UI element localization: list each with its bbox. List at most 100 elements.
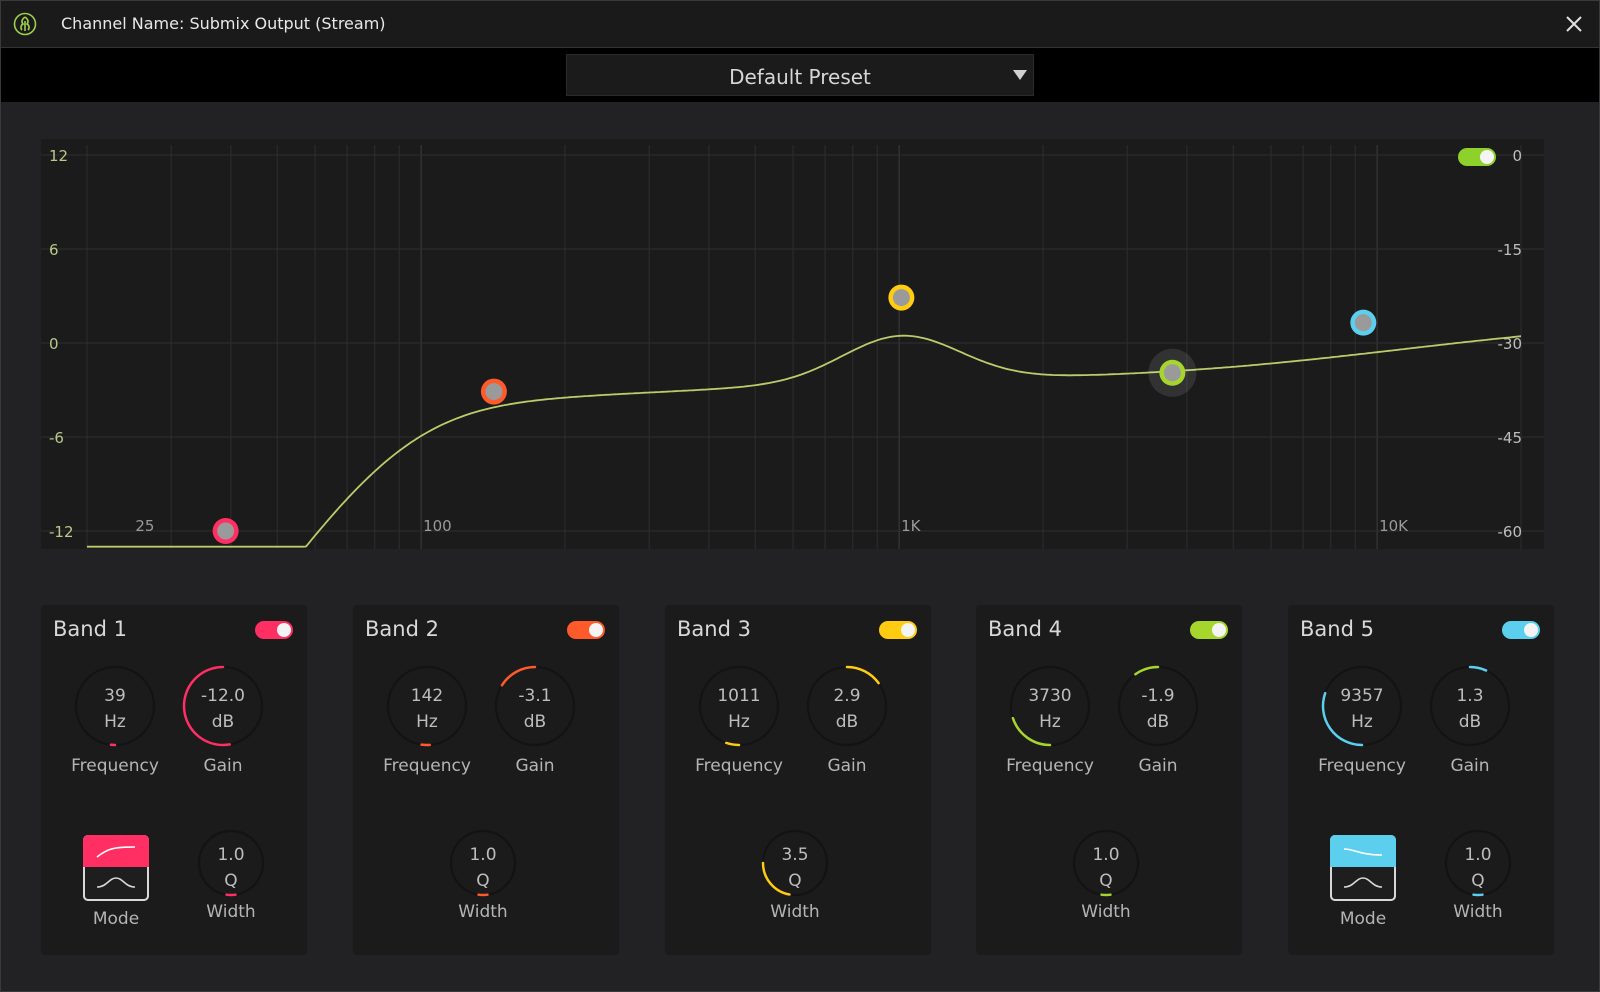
frequency-knob[interactable]: 1011 Hz Frequency (694, 661, 784, 786)
bell-filter-icon (96, 877, 136, 888)
high-pass-filter-icon (96, 846, 136, 858)
knob-value-arc (500, 665, 537, 687)
width-knob[interactable]: 1.0 Q Width (1433, 818, 1523, 943)
knob-label: Frequency (1006, 756, 1094, 776)
toggle-knob (901, 623, 915, 637)
band-title: Band 2 (365, 617, 439, 641)
mode-active-segment (1330, 835, 1396, 867)
knob-value: 1.0 (1464, 845, 1492, 865)
high-shelf-filter-icon (1343, 848, 1383, 856)
close-icon[interactable] (1561, 11, 1587, 37)
frequency-axis-label: 25 (135, 517, 154, 535)
mode-label: Mode (1339, 909, 1387, 929)
band-handle-center (217, 522, 235, 540)
knob-value: 1.0 (1092, 845, 1120, 865)
band-3-panel: Band 3 1011 Hz Frequency 2.9 dB Gain 3.5 Q Width (665, 605, 931, 955)
knob-unit: Hz (416, 712, 438, 732)
knob-unit: dB (1458, 712, 1482, 732)
high-shelf-filter-mode-button[interactable] (1330, 835, 1396, 901)
knob-ring (386, 665, 468, 747)
band-enable-toggle[interactable] (255, 621, 293, 639)
frequency-knob[interactable]: 9357 Hz Frequency (1317, 661, 1407, 786)
band-enable-toggle[interactable] (567, 621, 605, 639)
width-knob[interactable]: 1.0 Q Width (186, 818, 276, 943)
knob-unit: Q (1099, 871, 1113, 891)
width-knob[interactable]: 1.0 Q Width (438, 818, 528, 943)
knob-ring (1429, 665, 1511, 747)
frequency-knob[interactable]: 39 Hz Frequency (70, 661, 160, 786)
gain-knob[interactable]: -12.0 dB Gain (178, 661, 268, 786)
mode-curve (1343, 877, 1383, 888)
left-axis-tick-label: 0 (49, 335, 59, 353)
knob-unit: Q (788, 871, 802, 891)
knob-dial (806, 665, 888, 747)
gain-knob[interactable]: -3.1 dB Gain (490, 661, 580, 786)
knob-ring (1117, 665, 1199, 747)
mode-curve (96, 846, 136, 858)
eq-master-toggle[interactable] (1458, 148, 1496, 166)
mode-curve (96, 877, 136, 888)
knob-value: 1011 (717, 686, 761, 706)
gain-knob[interactable]: 2.9 dB Gain (802, 661, 892, 786)
knob-value: -3.1 (518, 686, 552, 706)
knob-value: 1.3 (1456, 686, 1484, 706)
eq-graph-canvas[interactable]: 1260-6-120-15-30-45-6025 100 1K 10K (41, 139, 1544, 549)
knob-unit: Q (476, 871, 490, 891)
toggle-knob (1480, 150, 1494, 164)
knob-value: 3730 (1028, 686, 1072, 706)
band-4-panel: Band 4 3730 Hz Frequency -1.9 dB Gain 1.0 Q Width (976, 605, 1242, 955)
gain-knob[interactable]: 1.3 dB Gain (1425, 661, 1515, 786)
knob-unit: Q (224, 871, 238, 891)
knob-label: Gain (1138, 756, 1178, 776)
band-handle-center (1163, 364, 1181, 382)
preset-bar: Default Preset (1, 48, 1599, 102)
band-handle-center (485, 383, 503, 401)
right-axis-tick-label: -45 (1498, 429, 1523, 447)
knob-unit: dB (523, 712, 547, 732)
knob-dial (494, 665, 576, 747)
right-axis-tick-label: -15 (1498, 241, 1523, 259)
knob-value: -12.0 (201, 686, 245, 706)
band-enable-toggle[interactable] (879, 621, 917, 639)
band-title: Band 4 (988, 617, 1062, 641)
width-knob[interactable]: 3.5 Q Width (750, 818, 840, 943)
app-logo-icon (13, 12, 37, 36)
knob-ring (698, 665, 780, 747)
high-pass-filter-mode-button[interactable] (83, 835, 149, 901)
eq-window: Channel Name: Submix Output (Stream) Def… (0, 0, 1600, 992)
window-title: Channel Name: Submix Output (Stream) (61, 14, 386, 33)
knob-value: -1.9 (1141, 686, 1175, 706)
toggle-knob (589, 623, 603, 637)
frequency-knob[interactable]: 142 Hz Frequency (382, 661, 472, 786)
knob-label: Gain (1450, 756, 1490, 776)
knob-value: 2.9 (833, 686, 861, 706)
frequency-axis-label: 1K (901, 517, 922, 535)
mode-label: Mode (92, 909, 140, 929)
preset-dropdown[interactable]: Default Preset (566, 54, 1034, 96)
knob-value: 3.5 (781, 845, 809, 865)
width-knob[interactable]: 1.0 Q Width (1061, 818, 1151, 943)
knob-value: 1.0 (217, 845, 245, 865)
band-handle-center (1354, 314, 1372, 332)
band-title: Band 1 (53, 617, 127, 641)
frequency-knob[interactable]: 3730 Hz Frequency (1005, 661, 1095, 786)
knob-value-arc (1468, 665, 1488, 672)
eq-graph[interactable]: 12 6 0 -6 -12 0 -15 -30 -45 -60 25 100 1K 10K (41, 139, 1544, 549)
knob-unit: Hz (728, 712, 750, 732)
band-enable-toggle[interactable] (1190, 621, 1228, 639)
knob-label: Gain (203, 756, 243, 776)
band-enable-toggle[interactable] (1502, 621, 1540, 639)
knob-label: Gain (827, 756, 867, 776)
left-axis-tick-label: 12 (49, 147, 68, 165)
band-handle-center (892, 289, 910, 307)
knob-ring (74, 665, 156, 747)
band-2-panel: Band 2 142 Hz Frequency -3.1 dB Gain 1.0 Q Width (353, 605, 619, 955)
knob-label: Width (206, 902, 256, 922)
left-axis-tick-label: -12 (49, 523, 74, 541)
preset-label: Default Preset (729, 65, 871, 89)
gain-knob[interactable]: -1.9 dB Gain (1113, 661, 1203, 786)
left-axis-tick-label: 6 (49, 241, 59, 259)
knob-label: Frequency (71, 756, 159, 776)
knob-unit: Q (1471, 871, 1485, 891)
knob-unit: Hz (1351, 712, 1373, 732)
